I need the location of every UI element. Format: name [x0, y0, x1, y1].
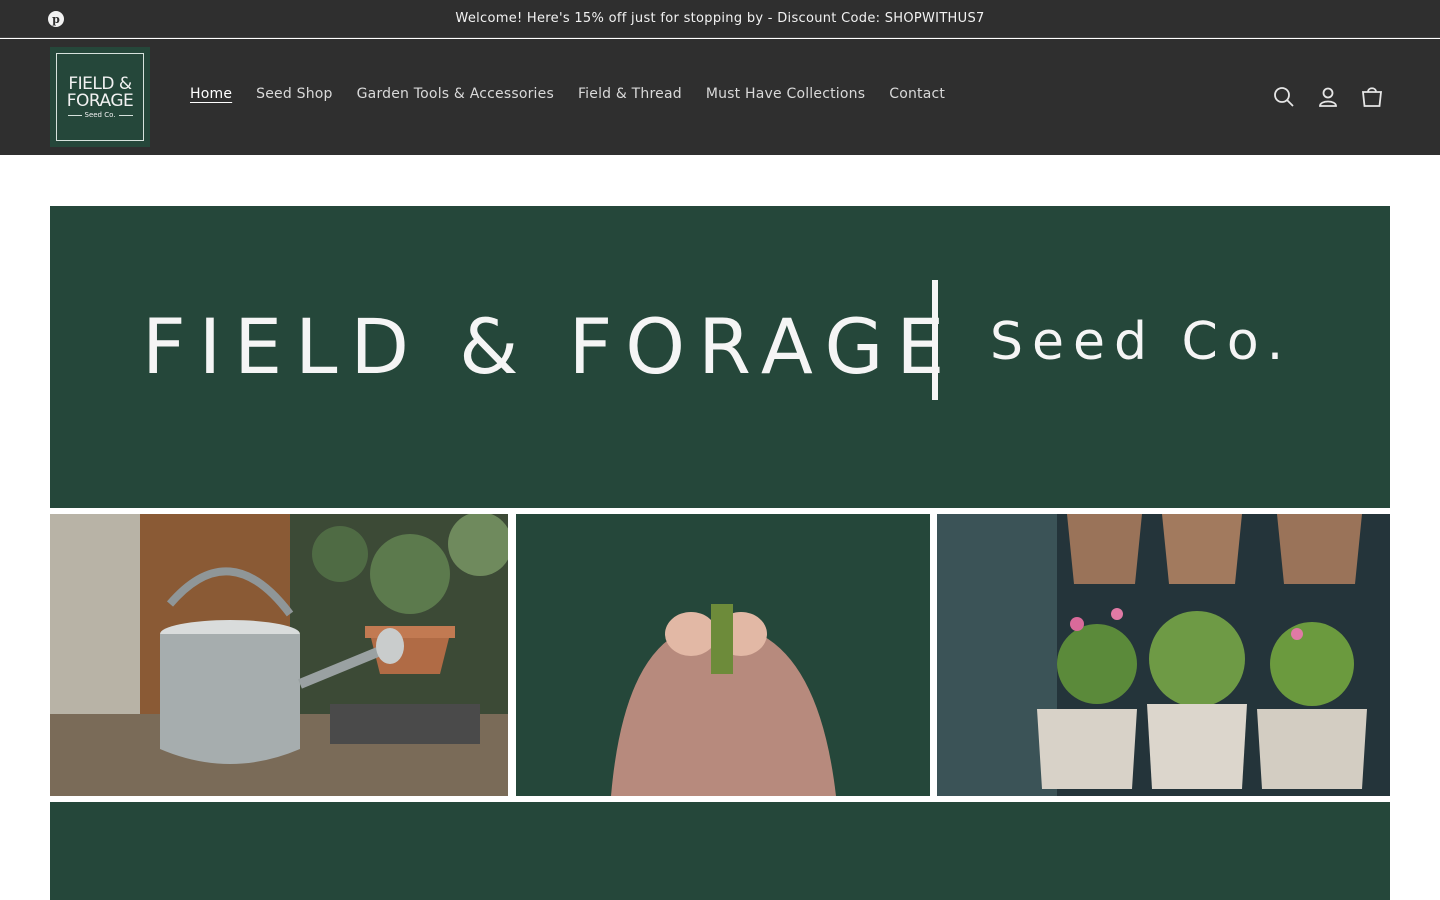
nav-item-garden-tools[interactable]: Garden Tools & Accessories — [357, 86, 554, 102]
photo-watering-can — [50, 514, 508, 796]
main-nav: Home Seed Shop Garden Tools & Accessorie… — [190, 86, 969, 102]
hero-subtitle: Seed Co. — [990, 312, 1293, 372]
account-icon[interactable] — [1314, 83, 1342, 111]
nav-item-contact[interactable]: Contact — [889, 86, 945, 102]
nav-item-must-have-collections[interactable]: Must Have Collections — [706, 86, 865, 102]
site-header: FIELD & FORAGE Seed Co. Home Seed Shop G… — [0, 39, 1440, 155]
announcement-bar: p Welcome! Here's 15% off just for stopp… — [0, 0, 1440, 38]
hero-divider — [932, 280, 938, 400]
hero-banner[interactable]: FIELD & FORAGE Seed Co. — [50, 206, 1390, 900]
search-icon[interactable] — [1270, 83, 1298, 111]
logo-line-3: Seed Co. — [68, 111, 133, 119]
pinterest-icon[interactable]: p — [48, 11, 64, 27]
nav-item-seed-shop[interactable]: Seed Shop — [256, 86, 332, 102]
site-logo[interactable]: FIELD & FORAGE Seed Co. — [50, 47, 150, 147]
logo-line-1: FIELD & — [68, 73, 132, 94]
cart-icon[interactable] — [1358, 83, 1386, 111]
photo-basil-bouquet — [516, 514, 930, 796]
watering-can-illustration — [50, 514, 508, 796]
hero-bottom-band — [50, 802, 1390, 900]
announcement-text: Welcome! Here's 15% off just for stoppin… — [455, 11, 985, 26]
logo-frame: FIELD & FORAGE Seed Co. — [56, 53, 144, 141]
nav-item-home[interactable]: Home — [190, 86, 232, 102]
potted-plants-illustration — [937, 514, 1390, 796]
basil-illustration — [516, 514, 930, 796]
photo-potted-plants — [937, 514, 1390, 796]
hero-title: FIELD & FORAGE — [142, 302, 958, 391]
nav-item-field-thread[interactable]: Field & Thread — [578, 86, 682, 102]
logo-line-2: FORAGE — [66, 90, 134, 111]
